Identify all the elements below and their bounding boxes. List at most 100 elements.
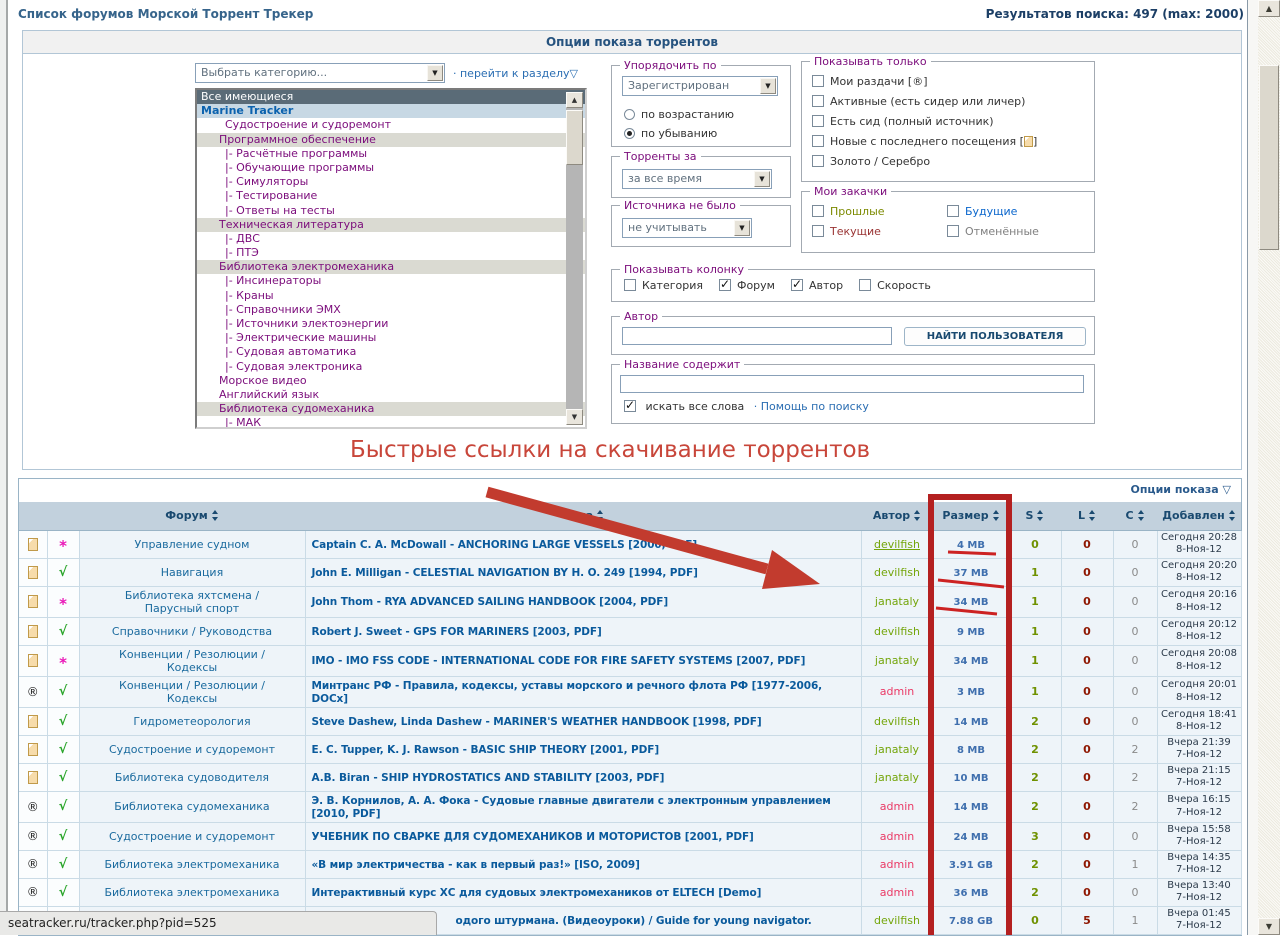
topic-link[interactable]: Э. В. Корнилов, А. А. Фока - Судовые гла…	[312, 795, 831, 820]
category-list-item[interactable]: Все имеющиеся	[197, 90, 585, 104]
author-link[interactable]: devilfish	[874, 538, 920, 551]
torrent-file-icon[interactable]	[28, 743, 38, 756]
category-list-item[interactable]: Библиотека электромеханика	[197, 260, 585, 274]
column-header[interactable]: S	[1009, 502, 1061, 530]
category-list-item[interactable]: |- Краны	[197, 289, 585, 303]
forum-link[interactable]: Конвенции / Резолюции / Кодексы	[119, 648, 265, 674]
author-link[interactable]: admin	[880, 830, 914, 843]
sort-direction-radio[interactable]	[624, 109, 635, 120]
period-select[interactable]: за все время ▼	[622, 169, 772, 189]
topic-link[interactable]: УЧЕБНИК ПО СВАРКЕ ДЛЯ СУДОМЕХАНИКОВ И МО…	[312, 831, 754, 843]
show-only-option-checkbox[interactable]	[812, 75, 824, 87]
size-download-link[interactable]: 3 MB	[957, 687, 985, 698]
author-link[interactable]: admin	[880, 886, 914, 899]
category-list-item[interactable]: |- Электрические машины	[197, 331, 585, 345]
size-download-link[interactable]: 3.91 GB	[949, 860, 993, 871]
torrent-file-icon[interactable]	[28, 771, 38, 784]
author-link[interactable]: admin	[880, 858, 914, 871]
category-list-item[interactable]: Судостроение и судоремонт	[197, 118, 585, 132]
forum-link[interactable]: Гидрометеорология	[133, 715, 250, 728]
select-arrow-icon[interactable]: ▼	[734, 220, 750, 236]
author-link[interactable]: admin	[880, 685, 914, 698]
forum-link[interactable]: Навигация	[161, 566, 223, 579]
size-download-link[interactable]: 10 MB	[954, 773, 989, 784]
category-select[interactable]: Выбрать категорию... ▼	[195, 63, 445, 83]
topic-link[interactable]: одого штурмана. (Видеоуроки) / Guide for…	[456, 915, 812, 927]
torrent-file-icon[interactable]	[28, 715, 38, 728]
size-download-link[interactable]: 14 MB	[954, 717, 989, 728]
category-listbox[interactable]: Все имеющиесяMarine TrackerСудостроение …	[195, 88, 587, 429]
category-list-item[interactable]: Морское видео	[197, 374, 585, 388]
category-list-item[interactable]: Техническая литература	[197, 218, 585, 232]
show-only-option-checkbox[interactable]	[812, 135, 824, 147]
my-downloads-option-checkbox[interactable]	[812, 205, 824, 217]
torrent-file-icon[interactable]	[28, 538, 38, 551]
size-download-link[interactable]: 34 MB	[954, 597, 989, 608]
category-list-item[interactable]: Программное обеспечение	[197, 133, 585, 147]
select-arrow-icon[interactable]: ▼	[754, 171, 770, 187]
author-link[interactable]: devilfish	[874, 914, 920, 927]
forum-link[interactable]: Библиотека электромеханика	[104, 886, 279, 899]
forum-link[interactable]: Справочники / Руководства	[112, 625, 272, 638]
column-header[interactable]: Добавлен	[1157, 502, 1241, 530]
show-only-option-checkbox[interactable]	[812, 155, 824, 167]
author-link[interactable]: devilfish	[874, 715, 920, 728]
category-list-item[interactable]: |- МАК	[197, 416, 585, 429]
size-download-link[interactable]: 14 MB	[954, 802, 989, 813]
author-link[interactable]: janataly	[875, 771, 919, 784]
category-list-item[interactable]: |- ПТЭ	[197, 246, 585, 260]
torrent-file-icon[interactable]	[28, 654, 38, 667]
show-column-option-checkbox[interactable]	[859, 279, 871, 291]
torrent-file-icon[interactable]	[28, 625, 38, 638]
category-list-item[interactable]: |- Обучающие программы	[197, 161, 585, 175]
size-download-link[interactable]: 24 MB	[954, 832, 989, 843]
size-download-link[interactable]: 8 MB	[957, 745, 985, 756]
forum-link[interactable]: Управление судном	[135, 538, 250, 551]
topic-link[interactable]: John Thom - RYA ADVANCED SAILING HANDBOO…	[312, 596, 669, 608]
category-list-item[interactable]: |- Ответы на тесты	[197, 204, 585, 218]
category-list-item[interactable]: |- ДВС	[197, 232, 585, 246]
topic-link[interactable]: Интерактивный курс ХС для судовых электр…	[312, 887, 762, 899]
author-link[interactable]: admin	[880, 800, 914, 813]
my-downloads-option-checkbox[interactable]	[947, 205, 959, 217]
scroll-up-icon[interactable]: ▲	[1258, 0, 1280, 17]
category-list-item[interactable]: |- Тестирование	[197, 189, 585, 203]
category-list-item[interactable]: |- Симуляторы	[197, 175, 585, 189]
sort-select[interactable]: Зарегистрирован ▼	[622, 76, 778, 96]
source-select[interactable]: не учитывать ▼	[622, 218, 752, 238]
find-user-button[interactable]: НАЙТИ ПОЛЬЗОВАТЕЛЯ	[904, 327, 1086, 346]
scroll-down-icon[interactable]: ▼	[566, 409, 583, 425]
author-input[interactable]	[622, 327, 892, 345]
column-header[interactable]: Тема	[305, 502, 861, 530]
category-list-item[interactable]: |- Судовая автоматика	[197, 345, 585, 359]
column-header[interactable]: C	[1113, 502, 1157, 530]
column-header[interactable]: Размер	[933, 502, 1009, 530]
size-download-link[interactable]: 37 MB	[954, 568, 989, 579]
sort-direction-radio[interactable]	[624, 128, 635, 139]
topic-link[interactable]: E. C. Tupper, K. J. Rawson - BASIC SHIP …	[312, 744, 660, 756]
forum-link[interactable]: Библиотека электромеханика	[104, 858, 279, 871]
title-input[interactable]	[620, 375, 1084, 393]
forum-link[interactable]: Библиотека судомеханика	[114, 800, 269, 813]
my-downloads-option-checkbox[interactable]	[812, 225, 824, 237]
column-header[interactable]: L	[1061, 502, 1113, 530]
forum-link[interactable]: Судостроение и судоремонт	[109, 830, 275, 843]
category-list-item[interactable]: |- Инсинераторы	[197, 274, 585, 288]
category-list-item[interactable]: Библиотека судомеханика	[197, 402, 585, 416]
topic-link[interactable]: IMO - IMO FSS CODE - INTERNATIONAL CODE …	[312, 655, 806, 667]
category-list-item[interactable]: |- Расчётные программы	[197, 147, 585, 161]
category-list-item[interactable]: Английский язык	[197, 388, 585, 402]
author-link[interactable]: janataly	[875, 654, 919, 667]
forum-link[interactable]: Библиотека яхтсмена / Парусный спорт	[125, 589, 259, 615]
author-link[interactable]: janataly	[875, 595, 919, 608]
category-list-item[interactable]: |- Источники электоэнергии	[197, 317, 585, 331]
size-download-link[interactable]: 36 MB	[954, 888, 989, 899]
topic-link[interactable]: Robert J. Sweet - GPS FOR MARINERS [2003…	[312, 626, 602, 638]
topic-link[interactable]: Steve Dashew, Linda Dashew - MARINER'S W…	[312, 716, 762, 728]
show-column-option-checkbox[interactable]	[719, 279, 731, 291]
show-column-option-checkbox[interactable]	[791, 279, 803, 291]
topic-link[interactable]: John E. Milligan - CELESTIAL NAVIGATION …	[312, 567, 698, 579]
topic-link[interactable]: Минтранс РФ - Правила, кодексы, уставы м…	[312, 680, 823, 705]
author-link[interactable]: devilfish	[874, 625, 920, 638]
forum-link[interactable]: Конвенции / Резолюции / Кодексы	[119, 679, 265, 705]
